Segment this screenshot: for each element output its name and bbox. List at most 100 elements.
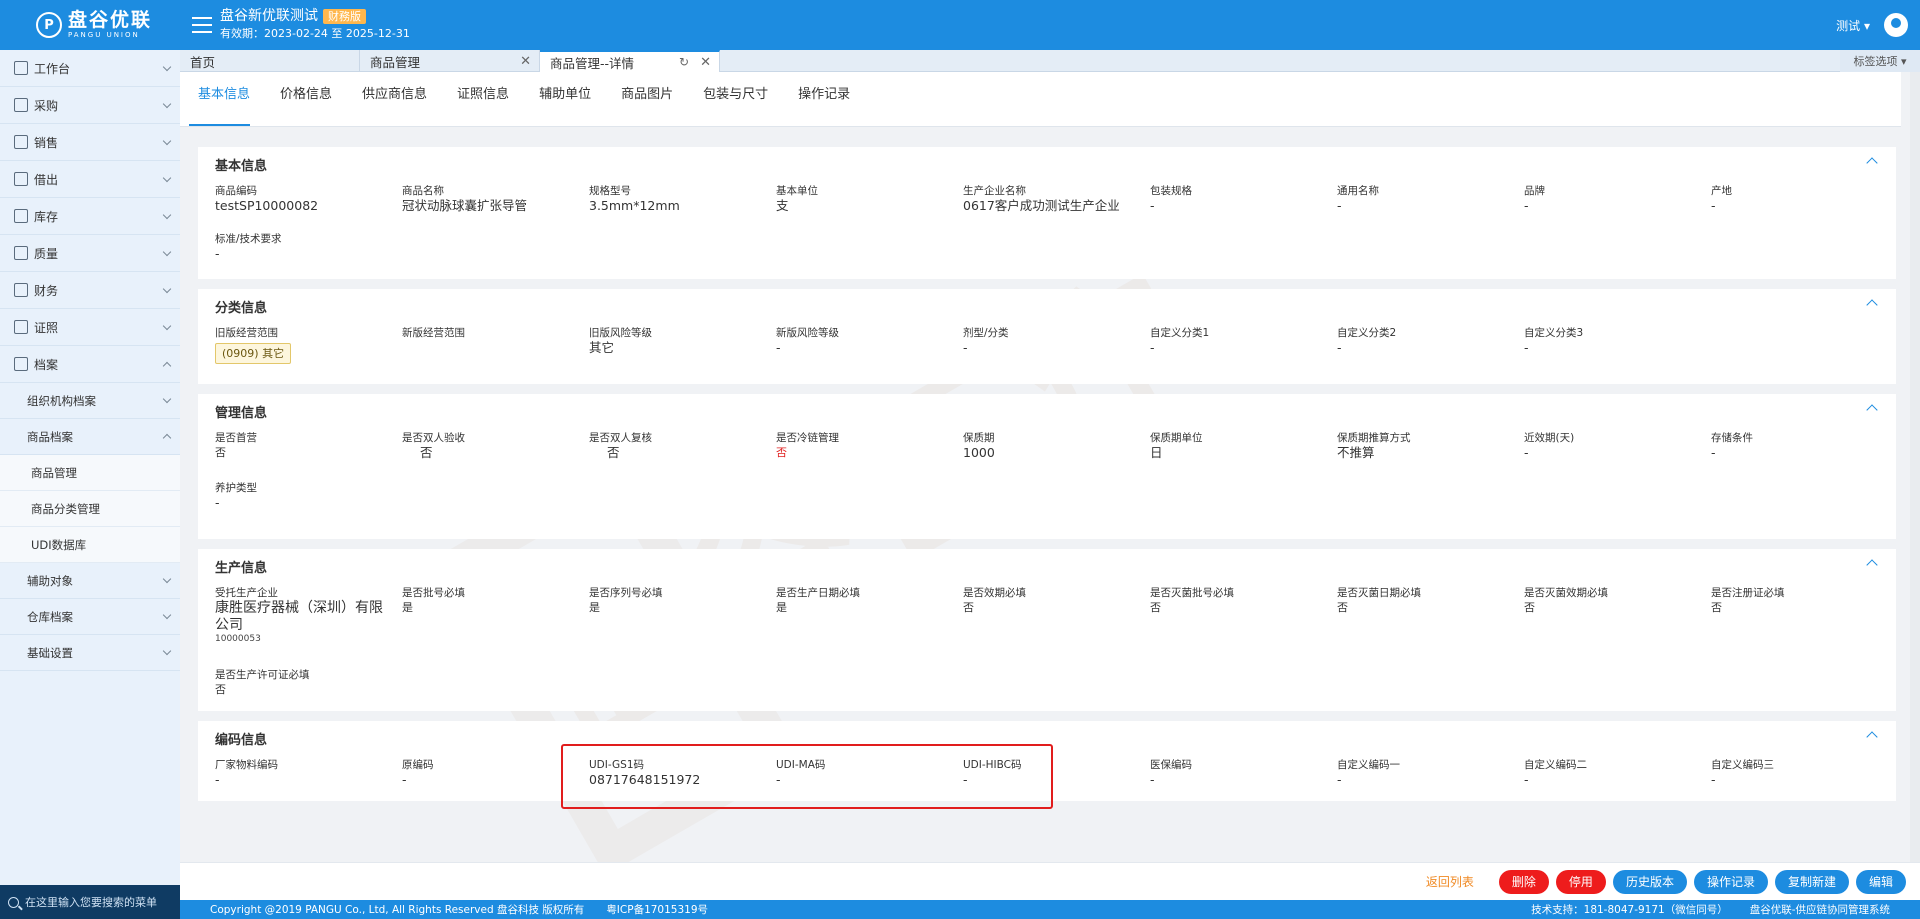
field-shelf-life: 保质期 1000 (963, 432, 995, 460)
copyright-text: Copyright @2019 PANGU Co., Ltd, All Righ… (210, 904, 585, 916)
sidebar-leaf-goods-category[interactable]: 商品分类管理 (0, 491, 180, 527)
field-shelf-calc: 保质期推算方式 不推算 (1337, 432, 1411, 460)
system-name: 盘谷优联-供应链协同管理系统 (1749, 904, 1890, 916)
field-storage: 存储条件 - (1711, 432, 1753, 460)
field-udi-gs1: UDI-GS1码 08717648151972 (589, 759, 701, 787)
sidebar-sub-warehouse[interactable]: 仓库档案 (0, 599, 180, 635)
chevron-down-icon (162, 646, 172, 656)
section-title: 分类信息 (215, 301, 268, 316)
field-custom-cat2: 自定义分类2- (1337, 327, 1397, 355)
chevron-down-icon (162, 247, 172, 257)
scrollbar[interactable] (1910, 72, 1920, 862)
tab-home[interactable]: 首页 (180, 50, 360, 72)
tab-license-info[interactable]: 证照信息 (448, 80, 509, 126)
field-origin: 产地 - (1711, 185, 1732, 213)
lend-icon (14, 172, 28, 186)
support-text: 技术支持：181-8047-9171（微信同号） (1531, 904, 1728, 916)
field-goods-code: 商品编码 testSP10000082 (215, 185, 319, 213)
action-bar: 返回列表 删除 停用 历史版本 操作记录 复制新建 编辑 (180, 862, 1920, 900)
tab-aux-unit[interactable]: 辅助单位 (530, 80, 591, 126)
menu-toggle-icon[interactable] (192, 17, 212, 33)
sidebar-item-license[interactable]: 证照 (0, 309, 180, 346)
search-icon (8, 896, 19, 908)
sidebar-leaf-udi[interactable]: UDI数据库 (0, 527, 180, 563)
sidebar-sub-aux[interactable]: 辅助对象 (0, 563, 180, 599)
avatar[interactable] (1884, 13, 1908, 37)
tab-options-dropdown[interactable]: 标签选项 ▾ (1840, 50, 1920, 72)
chevron-up-icon[interactable] (1866, 157, 1878, 169)
close-icon[interactable]: ✕ (520, 54, 531, 69)
license-icon (14, 320, 28, 334)
main-content: 盘谷医疗 基本信息 价格信息 供应商信息 证照信息 辅助单位 商品图片 包装与尺… (180, 72, 1920, 862)
field-standard: 标准/技术要求 - (215, 233, 282, 261)
footer: Copyright @2019 PANGU Co., Ltd, All Righ… (180, 900, 1920, 919)
tab-basic-info[interactable]: 基本信息 (189, 80, 251, 126)
sidebar-sub-basic[interactable]: 基础设置 (0, 635, 180, 671)
field-manufacturer: 生产企业名称 0617客户成功测试生产企业 (963, 185, 1120, 213)
sidebar-item-sales[interactable]: 销售 (0, 124, 180, 161)
chevron-down-icon (162, 136, 172, 146)
field-prod-license-required: 是否生产许可证必填否 (215, 669, 310, 696)
field-medical-insurance-code: 医保编码 - (1150, 759, 1192, 787)
sidebar-item-purchase[interactable]: 采购 (0, 87, 180, 124)
section-title: 基本信息 (215, 159, 268, 174)
field-brand: 品牌 - (1524, 185, 1545, 213)
finance-icon (14, 283, 28, 297)
menu-search-input[interactable]: 在这里输入您要搜索的菜单 (0, 885, 180, 919)
section-title: 编码信息 (215, 733, 268, 748)
copy-new-button[interactable]: 复制新建 (1774, 869, 1849, 894)
chevron-down-icon (162, 284, 172, 294)
close-icon[interactable]: ✕ (700, 55, 711, 70)
sidebar-sub-org[interactable]: 组织机构档案 (0, 383, 180, 419)
sidebar-leaf-goods-mgmt[interactable]: 商品管理 (0, 455, 180, 491)
field-maintenance-type: 养护类型 - (215, 482, 257, 510)
tab-operation-log[interactable]: 操作记录 (789, 80, 850, 126)
sidebar-item-inventory[interactable]: 库存 (0, 198, 180, 235)
back-to-list-link[interactable]: 返回列表 (1426, 873, 1474, 890)
chevron-down-icon (162, 394, 172, 404)
field-steril-expiry-required: 是否灭菌效期必填否 (1524, 587, 1608, 614)
chevron-up-icon[interactable] (1866, 299, 1878, 311)
sidebar-sub-goods[interactable]: 商品档案 (0, 419, 180, 455)
tab-goods-mgmt[interactable]: 商品管理 ✕ (360, 50, 540, 72)
operation-log-button[interactable]: 操作记录 (1693, 869, 1768, 894)
edit-button[interactable]: 编辑 (1855, 869, 1906, 894)
sidebar: 工作台 采购 销售 借出 库存 质量 财务 证照 档案 组织机构档案 商品档案 … (0, 50, 180, 919)
sidebar-item-workbench[interactable]: 工作台 (0, 50, 180, 87)
user-menu[interactable]: 测试 ▾ (1836, 17, 1870, 34)
field-package-spec: 包装规格 - (1150, 185, 1192, 213)
icp-link[interactable]: 粤ICP备17015319号 (606, 902, 708, 917)
field-new-risk: 新版风险等级 - (776, 327, 839, 355)
field-first-business: 是否首营否 (215, 432, 257, 459)
tab-price-info[interactable]: 价格信息 (271, 80, 332, 126)
disable-button[interactable]: 停用 (1555, 869, 1606, 894)
chevron-up-icon[interactable] (1866, 404, 1878, 416)
management-info-card: 管理信息 是否首营否 是否双人验收否 是否双人复核否 是否冷链管理否 保质期 10… (198, 394, 1896, 539)
chevron-up-icon[interactable] (1866, 731, 1878, 743)
field-custom-code1: 自定义编码一 - (1337, 759, 1400, 787)
sidebar-item-finance[interactable]: 财务 (0, 272, 180, 309)
logo-subtitle: PANGU UNION (68, 31, 140, 39)
chevron-down-icon (162, 610, 172, 620)
tab-goods-images[interactable]: 商品图片 (612, 80, 673, 126)
company-info: 盘谷新优联测试 财務版 有效期：2023-02-24 至 2025-12-31 (220, 8, 410, 42)
basic-info-card: 基本信息 商品编码 testSP10000082 商品名称 冠状动脉球囊扩张导管 规… (198, 147, 1896, 279)
tab-packaging[interactable]: 包装与尺寸 (694, 80, 768, 126)
sidebar-item-quality[interactable]: 质量 (0, 235, 180, 272)
section-title: 管理信息 (215, 406, 268, 421)
sidebar-item-lend[interactable]: 借出 (0, 161, 180, 198)
history-version-button[interactable]: 历史版本 (1612, 869, 1687, 894)
refresh-icon[interactable]: ↻ (679, 55, 689, 69)
sidebar-item-archive[interactable]: 档案 (0, 346, 180, 383)
field-old-scope: 旧版经营范围 (0909) 其它 (215, 327, 401, 364)
brand-logo[interactable]: P 盘谷优联 PANGU UNION (0, 0, 180, 50)
scope-tag: (0909) 其它 (215, 343, 292, 364)
tab-supplier-info[interactable]: 供应商信息 (353, 80, 427, 126)
field-entrusted-manufacturer: 受托生产企业 康胜医疗器械（深圳）有限公司 10000053 (215, 587, 383, 644)
tab-goods-detail[interactable]: 商品管理--详情 ↻ ✕ (540, 50, 720, 72)
page-tabs: 首页 商品管理 ✕ 商品管理--详情 ↻ ✕ 标签选项 ▾ (180, 50, 1920, 72)
coding-info-card: 编码信息 厂家物料编码 - 原编码 - UDI-GS1码 08717648151972… (198, 721, 1896, 801)
edition-badge: 财務版 (323, 9, 366, 24)
delete-button[interactable]: 删除 (1498, 869, 1549, 894)
chevron-up-icon[interactable] (1866, 559, 1878, 571)
